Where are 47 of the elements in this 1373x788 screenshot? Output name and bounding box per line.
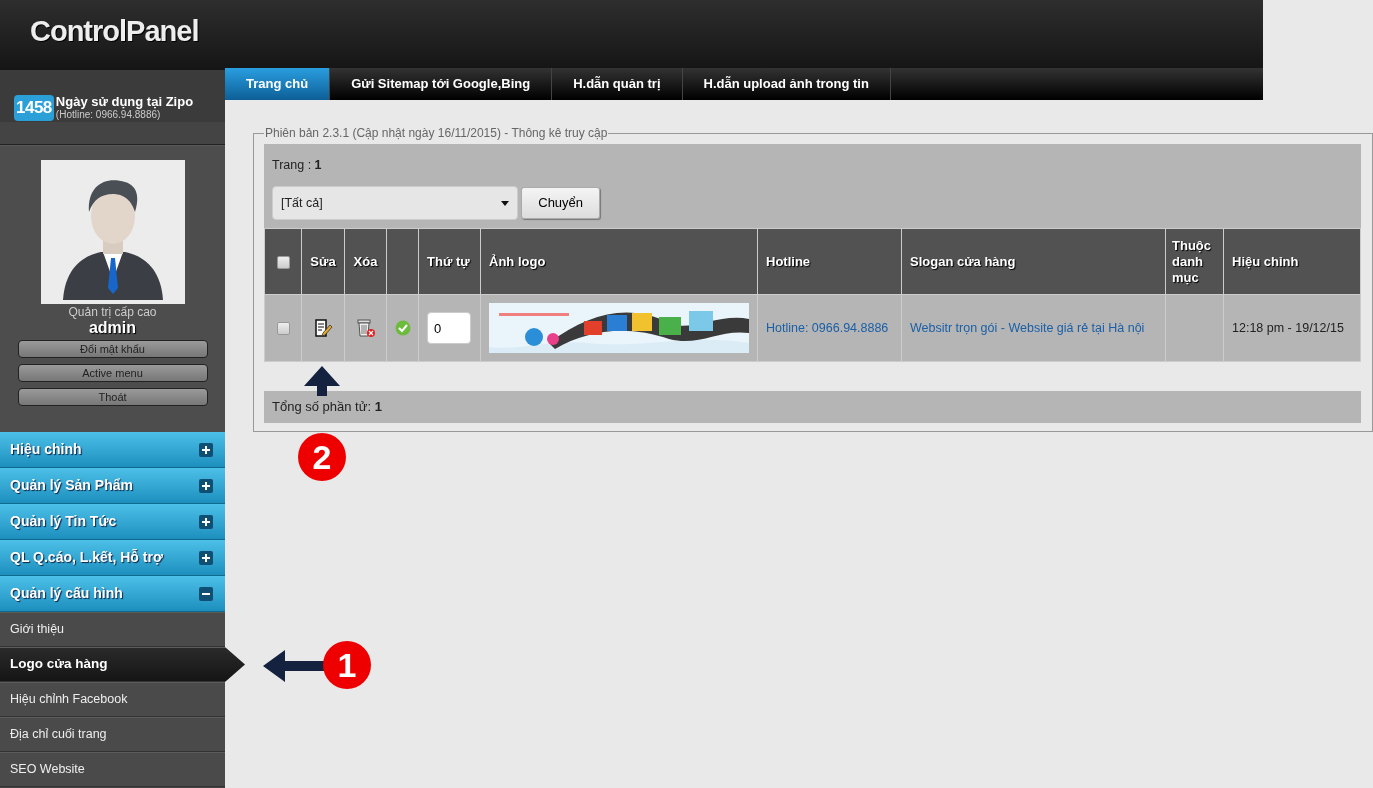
submenu-item[interactable]: Địa chỉ cuối trang — [0, 717, 225, 752]
row-checkbox[interactable] — [276, 321, 290, 335]
username: admin — [88, 319, 137, 337]
profile-button[interactable]: Active menu — [17, 364, 208, 382]
usage-label: Ngày sử dụng tại Zipo — [55, 95, 194, 109]
hotline-text: (Hotline: 0966.94.8886) — [55, 109, 162, 120]
arrow — [304, 366, 340, 396]
submenu-item[interactable]: Giới thiệu — [0, 612, 225, 647]
menu-label: Hiệu chỉnh — [10, 440, 82, 459]
profile-button[interactable]: Đổi mật khẩu — [17, 340, 208, 358]
go-button[interactable]: Chuyển — [521, 187, 601, 219]
day-counter-badge: 1458 — [14, 95, 54, 121]
tab[interactable]: Trang chủ — [225, 68, 331, 100]
edited-time: 12:18 pm - 19/12/15 — [1232, 320, 1344, 335]
delete-icon[interactable] — [355, 318, 376, 338]
edit-icon[interactable] — [313, 319, 333, 337]
tab[interactable]: H.dẫn upload ảnh trong tin — [682, 68, 891, 100]
column-header: Hiệu chỉnh — [1232, 253, 1299, 269]
menu-label: QL Q.cáo, L.kết, Hỗ trợ — [10, 548, 163, 567]
app-title: ControlPanel — [29, 14, 199, 48]
arrow — [263, 650, 325, 682]
column-header: Thứ tự — [427, 253, 470, 269]
page-indicator: Trang : 1 — [272, 157, 323, 174]
tab[interactable]: Gửi Sitemap tới Google,Bing — [330, 68, 553, 100]
profile-button[interactable]: Thoát — [17, 388, 208, 406]
select-all-checkbox[interactable] — [276, 255, 290, 269]
total-count: Tổng số phần tử: 1 — [272, 398, 382, 417]
column-header: Thuộc danh mục — [1172, 237, 1211, 285]
step-number-badge: 2 — [298, 433, 346, 481]
filter-dropdown[interactable]: [Tất cả] — [272, 186, 518, 220]
menu-label: Quản lý Tin Tức — [10, 512, 117, 531]
user-role: Quản trị cấp cao — [68, 305, 157, 319]
column-header: Xóa — [353, 253, 378, 269]
column-header: Ảnh logo — [489, 253, 546, 269]
submenu-item[interactable]: Hiệu chỉnh Facebook — [0, 682, 225, 717]
column-header: Slogan cửa hàng — [910, 253, 1016, 269]
submenu-item[interactable]: Logo cửa hàng — [0, 647, 245, 682]
tab[interactable]: H.dẫn quản trị — [552, 68, 683, 100]
step-number-badge: 1 — [323, 641, 371, 689]
menu-label: Quản lý cấu hình — [10, 584, 123, 603]
menu-label: Quản lý Sản Phẩm — [10, 476, 133, 495]
order-field[interactable]: 0 — [427, 312, 471, 344]
submenu-item[interactable]: SEO Website — [0, 752, 225, 787]
column-header: Sửa — [310, 253, 336, 269]
caret-icon — [501, 200, 509, 206]
column-header: Hotline — [766, 253, 811, 269]
panel-legend: Phiên bản 2.3.1 (Cập nhật ngày 16/11/2015) - Thông kê truy cập — [264, 126, 609, 140]
